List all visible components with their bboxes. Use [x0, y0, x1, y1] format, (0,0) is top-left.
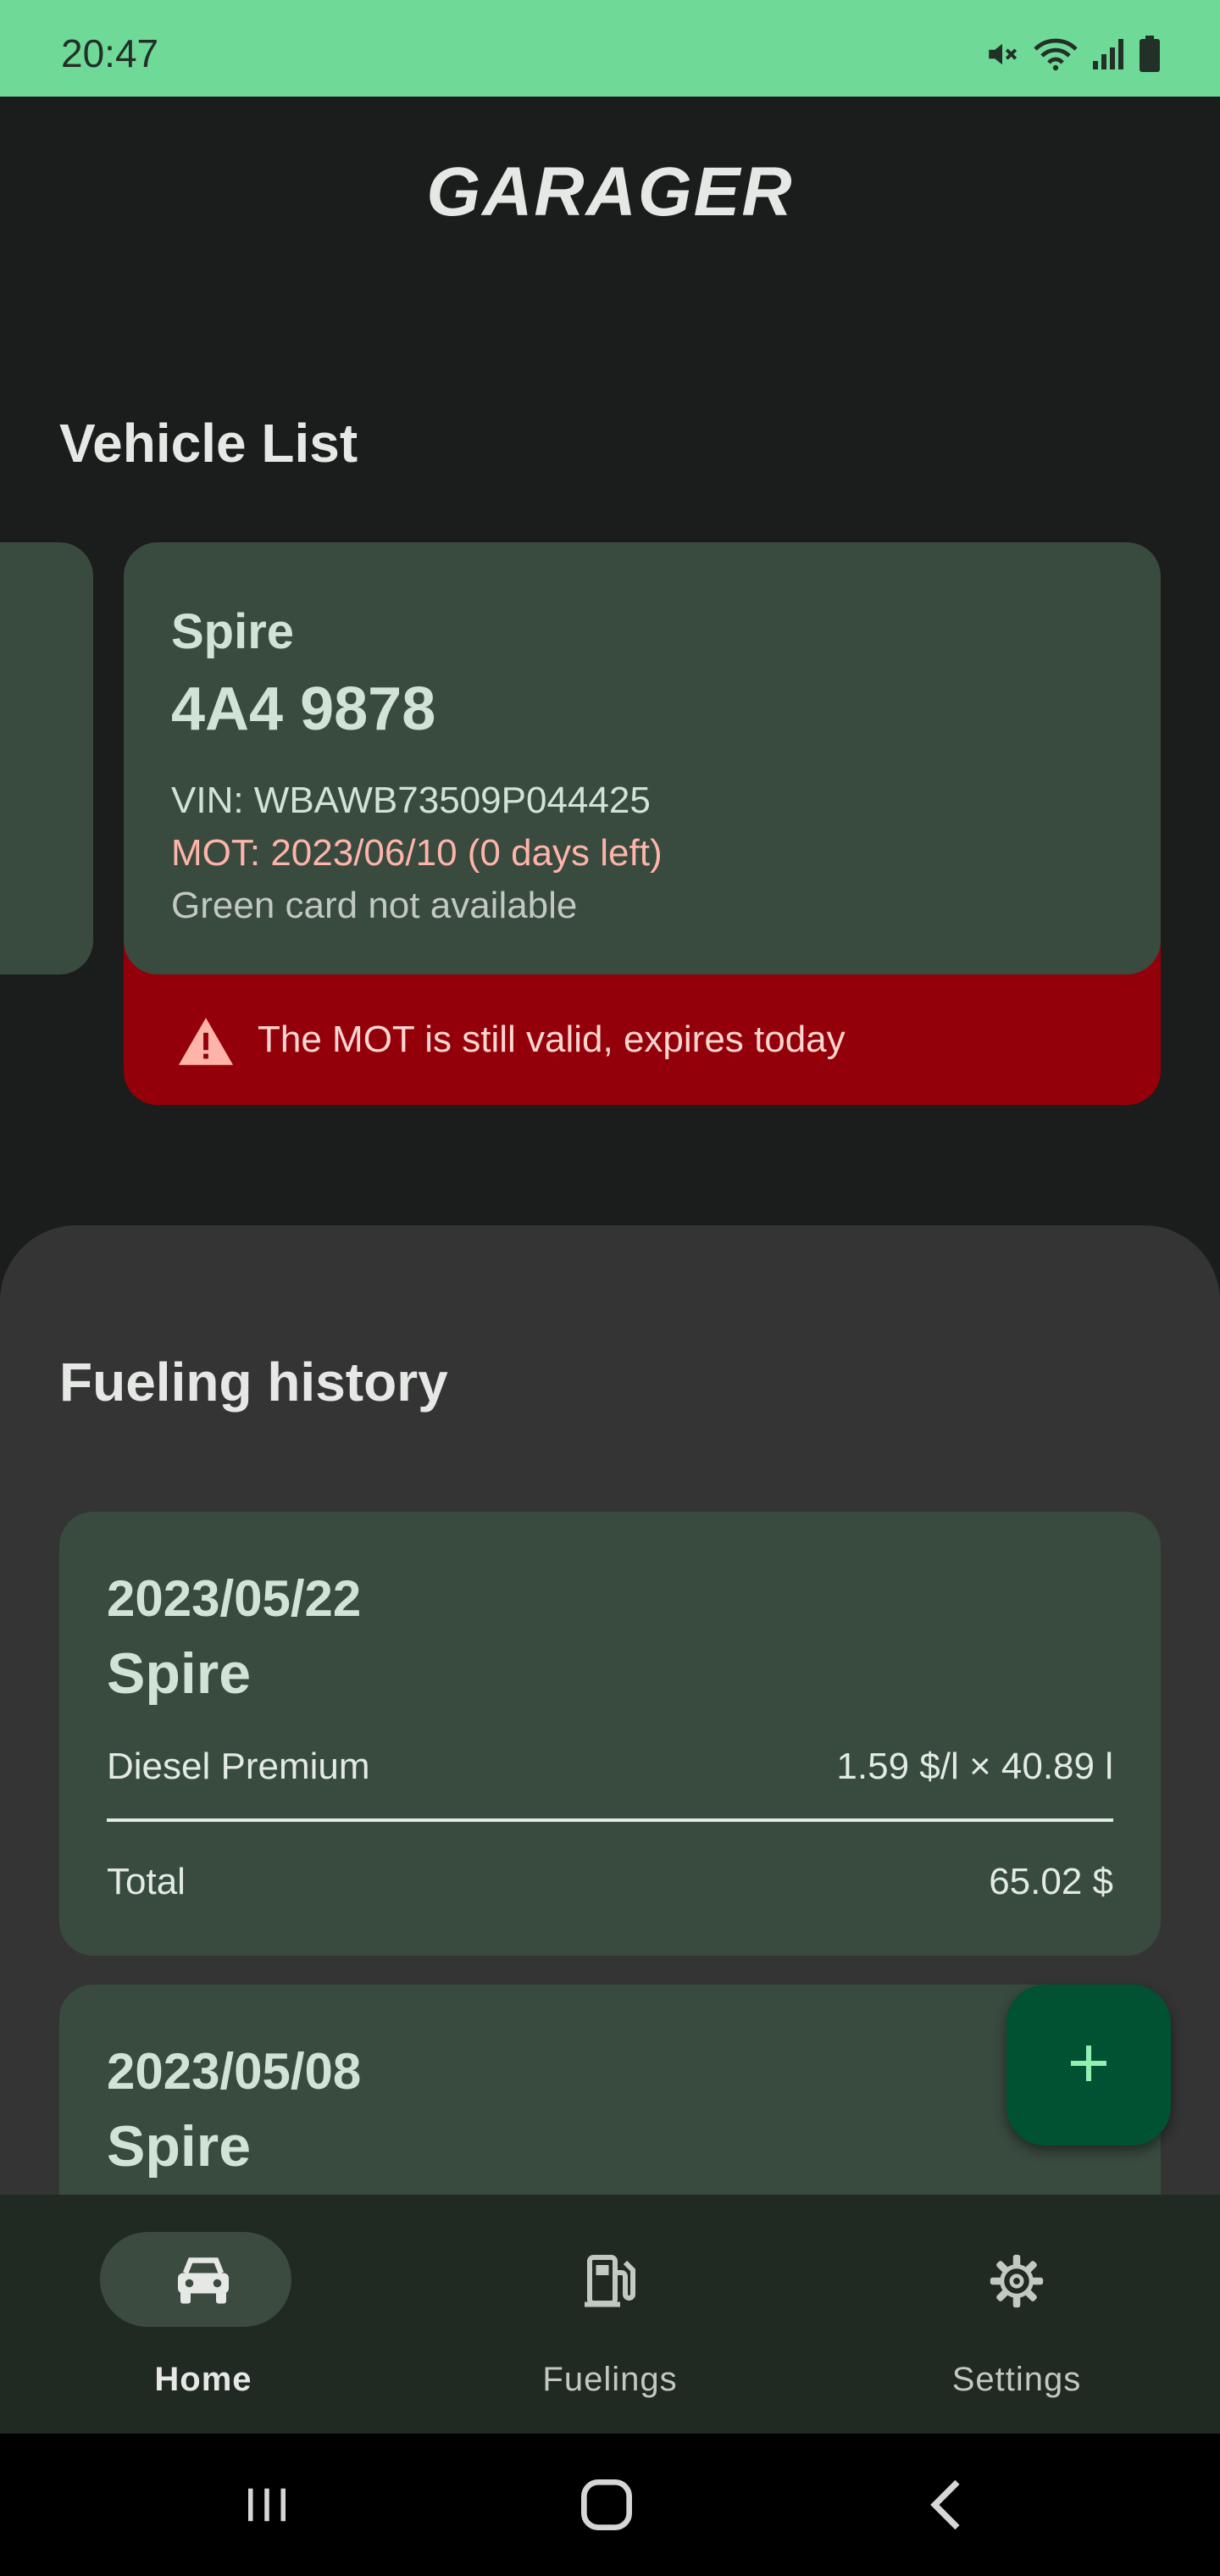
car-icon — [173, 2252, 234, 2311]
status-time: 20:47 — [61, 31, 159, 75]
fueling-vehicle: Spire — [107, 2114, 252, 2179]
vehicle-green-card: Green card not available — [171, 885, 578, 926]
plus-icon — [1065, 2040, 1112, 2091]
wifi-icon — [1034, 36, 1078, 72]
fueling-history-title: Fueling history — [59, 1352, 448, 1413]
nav-item-fuelings[interactable]: Fuelings — [407, 2195, 813, 2434]
add-fueling-button[interactable] — [1006, 1985, 1171, 2146]
bottom-navigation: Home Fuelings Settings — [0, 2195, 1220, 2434]
fueling-fuel-type: Diesel Premium — [107, 1746, 370, 1787]
fueling-vehicle: Spire — [107, 1641, 252, 1706]
back-button[interactable] — [915, 2471, 983, 2543]
vehicle-mot: MOT: 2023/06/10 (0 days left) — [171, 832, 663, 874]
vehicle-name: Spire — [171, 604, 295, 659]
fueling-card[interactable]: 2023/05/22 Spire Diesel Premium 1.59 $/l… — [59, 1512, 1161, 1956]
nav-item-settings[interactable]: Settings — [813, 2195, 1220, 2434]
status-bar: 20:47 — [0, 0, 1220, 97]
previous-vehicle-card[interactable] — [0, 542, 93, 974]
warning-icon — [176, 1015, 236, 1072]
fueling-total-value: 65.02 $ — [989, 1861, 1113, 1902]
fueling-date: 2023/05/22 — [107, 1570, 362, 1627]
fuel-pump-icon — [585, 2252, 635, 2312]
mot-alert-text: The MOT is still valid, expires today — [258, 1019, 846, 1060]
battery-icon — [1139, 36, 1161, 73]
fueling-price: 1.59 $/l × 40.89 l — [836, 1746, 1113, 1787]
nav-item-home[interactable]: Home — [0, 2195, 407, 2434]
signal-icon — [1091, 37, 1125, 71]
nav-label-settings: Settings — [951, 2361, 1082, 2398]
vehicle-list-title: Vehicle List — [59, 413, 358, 474]
vehicle-card[interactable]: Spire 4A4 9878 VIN: WBAWB73509P044425 MO… — [124, 542, 1161, 974]
app-title: GARAGER — [426, 153, 794, 230]
home-button[interactable] — [573, 2471, 640, 2543]
vehicle-vin: VIN: WBAWB73509P044425 — [171, 780, 651, 821]
status-icons — [984, 36, 1161, 73]
system-navigation-bar — [0, 2434, 1220, 2576]
vehicle-plate: 4A4 9878 — [171, 675, 436, 743]
divider — [107, 1818, 1113, 1822]
nav-label-home: Home — [154, 2361, 252, 2398]
recent-apps-button[interactable] — [239, 2471, 295, 2543]
nav-label-fuelings: Fuelings — [542, 2361, 678, 2398]
gear-icon — [988, 2252, 1045, 2314]
mute-icon — [984, 36, 1020, 72]
fueling-total-label: Total — [107, 1861, 186, 1902]
fueling-date: 2023/05/08 — [107, 2043, 362, 2100]
